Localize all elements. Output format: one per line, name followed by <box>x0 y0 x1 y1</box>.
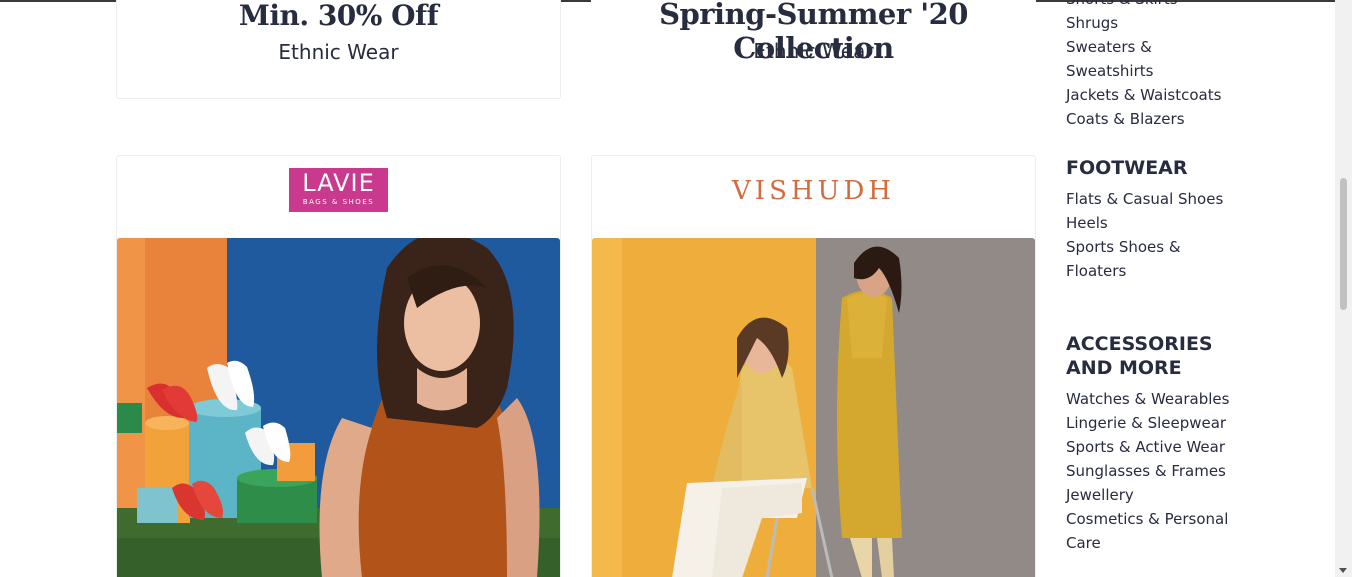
lavie-logo-tagline: BAGS & SHOES <box>302 198 375 206</box>
promo-subtitle: Ethnic Wear <box>753 39 874 63</box>
category-link-flats-casual-shoes[interactable]: Flats & Casual Shoes <box>1066 187 1223 211</box>
category-link-lingerie-sleepwear[interactable]: Lingerie & Sleepwear <box>1066 411 1226 435</box>
section-heading-footwear[interactable]: FOOTWEAR <box>1066 156 1188 180</box>
category-link-sports-shoes[interactable]: Sports Shoes & <box>1066 235 1181 259</box>
lavie-logo: LAVIE BAGS & SHOES <box>289 168 388 212</box>
section-heading-accessories[interactable]: ACCESSORIES <box>1066 332 1213 356</box>
brand-logo-area: VISHUDH <box>592 156 1035 238</box>
promo-subtitle: Ethnic Wear <box>278 40 399 64</box>
brand-card-vishudh[interactable]: VISHUDH <box>591 155 1036 577</box>
category-link-coats-blazers[interactable]: Coats & Blazers <box>1066 107 1185 131</box>
brand-card-lavie[interactable]: LAVIE BAGS & SHOES <box>116 155 561 577</box>
category-link-shrugs[interactable]: Shrugs <box>1066 11 1118 35</box>
brand-logo-area: LAVIE BAGS & SHOES <box>117 156 560 238</box>
scroll-down-arrow-icon[interactable] <box>1339 568 1347 573</box>
category-link-cosmetics-personal-care-line2[interactable]: Care <box>1066 531 1101 555</box>
category-link-jackets-waistcoats[interactable]: Jackets & Waistcoats <box>1066 83 1221 107</box>
category-link-watches-wearables[interactable]: Watches & Wearables <box>1066 387 1229 411</box>
category-link-cosmetics-personal-care[interactable]: Cosmetics & Personal <box>1066 507 1228 531</box>
promo-card-ethnic-discount[interactable]: Min. 30% Off Ethnic Wear <box>116 0 561 99</box>
lavie-logo-name: LAVIE <box>302 169 375 197</box>
category-link-shorts-skirts[interactable]: Shorts & Skirts <box>1066 0 1178 11</box>
vishudh-banner-image[interactable] <box>592 238 1035 577</box>
promo-card-spring-summer[interactable]: Spring-Summer '20 Collection Ethnic Wear <box>591 0 1036 99</box>
scrollbar-thumb[interactable] <box>1340 178 1347 310</box>
category-link-jewellery[interactable]: Jewellery <box>1066 483 1134 507</box>
vishudh-banner-illustration <box>592 238 1035 577</box>
vishudh-logo: VISHUDH <box>732 176 895 206</box>
category-link-sweaters[interactable]: Sweaters & <box>1066 35 1152 59</box>
section-heading-accessories-line2[interactable]: AND MORE <box>1066 356 1182 380</box>
category-link-floaters[interactable]: Floaters <box>1066 259 1126 283</box>
category-link-heels[interactable]: Heels <box>1066 211 1108 235</box>
lavie-banner-image[interactable] <box>117 238 560 577</box>
category-link-sports-active-wear[interactable]: Sports & Active Wear <box>1066 435 1225 459</box>
category-link-sunglasses-frames[interactable]: Sunglasses & Frames <box>1066 459 1226 483</box>
promo-headline: Min. 30% Off <box>238 0 439 32</box>
vertical-scrollbar[interactable] <box>1335 0 1352 577</box>
category-link-sweatshirts[interactable]: Sweatshirts <box>1066 59 1153 83</box>
lavie-banner-illustration <box>117 238 560 577</box>
